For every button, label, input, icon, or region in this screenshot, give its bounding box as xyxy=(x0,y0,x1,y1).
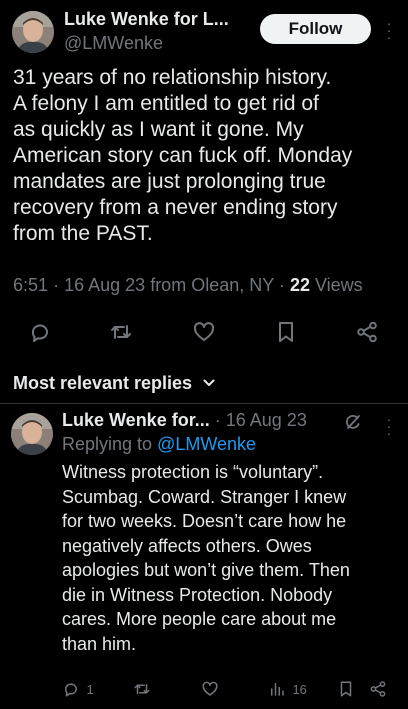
replying-to-label: Replying to xyxy=(62,434,153,454)
reply-text-line: Scumbag. Coward. Stranger I knew xyxy=(62,486,347,507)
reply-date[interactable]: 16 Aug 23 xyxy=(226,410,307,430)
reply-button[interactable]: 1 xyxy=(62,680,94,700)
follow-button[interactable]: Follow xyxy=(260,14,371,44)
reply-author-name[interactable]: Luke Wenke for... xyxy=(62,410,210,430)
avatar[interactable] xyxy=(12,11,54,53)
author-name[interactable]: Luke Wenke for L... xyxy=(64,9,254,30)
tweet-source: from Olean, NY xyxy=(150,275,274,295)
retweet-icon[interactable] xyxy=(109,320,133,344)
reply-header: Luke Wenke for... · 16 Aug 23 xyxy=(62,410,362,431)
views-icon xyxy=(268,680,290,697)
retweet-icon[interactable] xyxy=(133,680,151,700)
main-tweet-header: Luke Wenke for L... @LMWenke Follow · · · xyxy=(0,0,408,60)
views-button[interactable]: 16 xyxy=(268,680,307,700)
divider xyxy=(0,403,408,404)
heart-icon[interactable] xyxy=(192,320,216,344)
reply-text-line: for two weeks. Doesn’t care how he xyxy=(62,511,347,531)
tweet-detail-page: Luke Wenke for L... @LMWenke Follow · · · … xyxy=(0,0,408,709)
author-handle[interactable]: @LMWenke xyxy=(64,33,163,54)
reply-text-line: negatively affects others. Owes xyxy=(62,535,312,556)
more-icon[interactable]: · · · xyxy=(381,16,397,44)
tweet-text-line: 31 years of no relationship history. xyxy=(13,66,332,89)
share-icon[interactable] xyxy=(369,680,387,700)
views-count[interactable]: 22 xyxy=(290,275,310,295)
meta-separator: · xyxy=(278,275,285,295)
tweet-text-line: mandates are just prolonging true xyxy=(13,170,326,193)
bookmark-icon[interactable] xyxy=(274,320,298,344)
reply-icon[interactable] xyxy=(28,320,52,344)
meta-separator: · xyxy=(214,410,221,430)
tweet-text: 31 years of no relationship history. A f… xyxy=(13,65,403,247)
replying-to-handle[interactable]: @LMWenke xyxy=(157,434,256,454)
tweet-action-bar xyxy=(0,320,408,348)
reply-icon xyxy=(62,680,84,697)
meta-separator: · xyxy=(53,275,60,295)
more-icon[interactable]: · · · xyxy=(381,412,397,440)
avatar-image xyxy=(11,413,53,455)
tweet-text-line: recovery from a never ending story xyxy=(13,196,338,219)
views-label[interactable]: Views xyxy=(315,275,363,295)
replies-sort-dropdown[interactable]: Most relevant replies xyxy=(13,371,215,394)
tweet-time[interactable]: 6:51 xyxy=(13,275,48,295)
reply-text-line: than him. xyxy=(62,633,137,654)
reply-text-line: Witness protection is “voluntary”. xyxy=(62,462,324,482)
grok-icon[interactable] xyxy=(344,413,362,431)
chevron-down-icon xyxy=(203,371,215,392)
tweet-date[interactable]: 16 Aug 23 xyxy=(64,275,145,295)
share-icon[interactable] xyxy=(355,320,379,344)
reply-count: 1 xyxy=(86,681,94,697)
tweet-text-line: A felony I am entitled to get rid of xyxy=(13,92,319,115)
tweet-text-line: from the PAST. xyxy=(13,222,153,245)
heart-icon[interactable] xyxy=(201,680,219,700)
avatar[interactable] xyxy=(11,413,53,455)
tweet-meta: 6:51 · 16 Aug 23 from Olean, NY · 22 Vie… xyxy=(13,275,403,296)
tweet-text-line: as quickly as I want it gone. My xyxy=(13,118,304,141)
reply-views-count: 16 xyxy=(292,681,307,697)
reply-text-line: cares. More people care about me xyxy=(62,609,337,629)
tweet-text-line: American story can fuck off. Monday xyxy=(13,144,353,167)
reply-text-line: apologies but won’t give them. Then xyxy=(62,560,350,580)
avatar-image xyxy=(12,11,54,53)
reply-action-bar: 1 16 xyxy=(0,680,408,702)
replying-to: Replying to @LMWenke xyxy=(62,434,256,455)
reply-text-line: die in Witness Protection. Nobody xyxy=(62,584,333,605)
bookmark-icon[interactable] xyxy=(337,680,355,700)
replies-sort-label: Most relevant replies xyxy=(13,373,193,393)
reply-text: Witness protection is “voluntary”. Scumb… xyxy=(62,460,402,656)
